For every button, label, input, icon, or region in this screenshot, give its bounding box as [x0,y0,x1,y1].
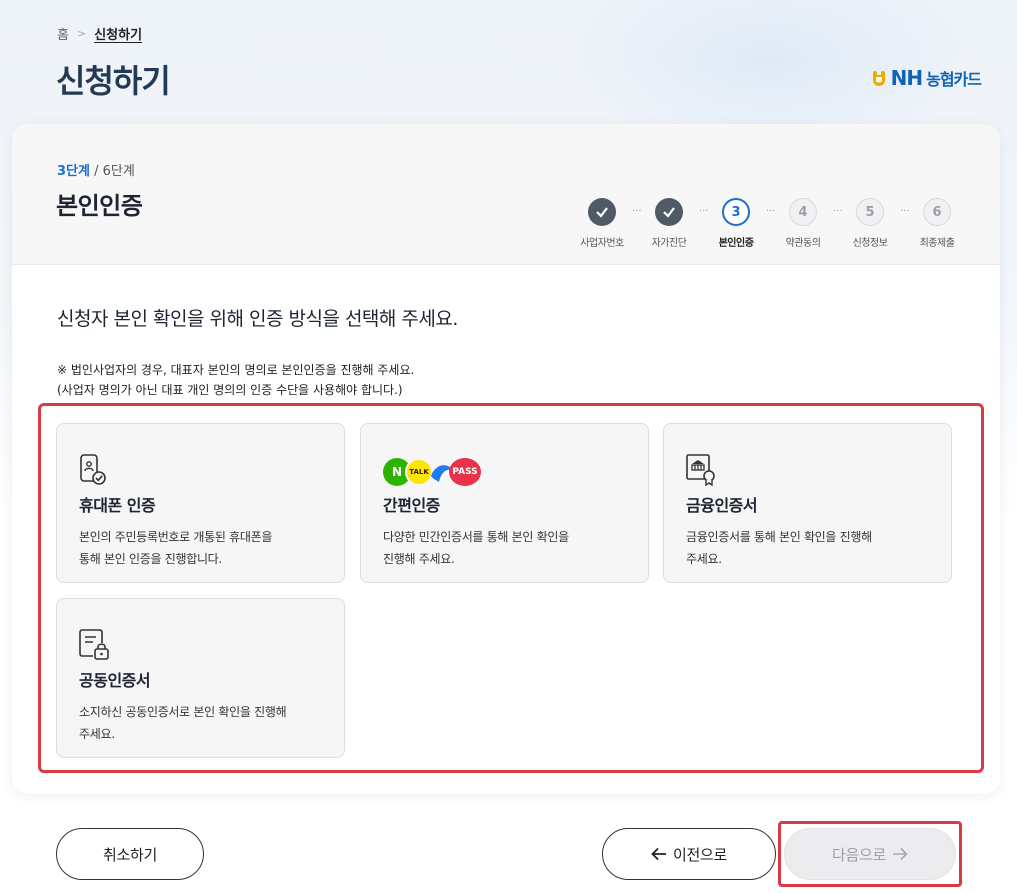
pass-logo-icon: PASS [449,458,481,486]
breadcrumb: 홈 > 신청하기 [57,24,142,43]
stepper-step-4: 4 약관동의 [773,198,833,249]
stepper-number: 3 [722,198,750,226]
joint-cert-card[interactable]: 공동인증서 소지하신 공동인증서로 본인 확인을 진행해 주세요. [56,598,345,758]
phone-check-icon [80,454,106,485]
easy-auth-logos: N TALK PASS [383,458,481,486]
phone-auth-card[interactable]: 휴대폰 인증 본인의 주민등록번호로 개통된 휴대폰을 통해 본인 인증을 진행… [56,423,345,583]
card-desc-line: 진행해 주세요. [383,552,455,566]
stepper-label: 최종제출 [919,238,955,249]
stepper-step-2: 자가진단 [639,198,699,249]
arrow-right-icon [893,847,908,861]
cancel-button[interactable]: 취소하기 [56,828,204,880]
stepper-number: 6 [923,198,951,226]
easy-auth-card[interactable]: N TALK PASS 간편인증 다양한 민간인증서를 통해 본인 확인을 진행… [360,423,649,583]
card-desc-line: 본인의 주민등록번호로 개통된 휴대폰을 [79,530,273,544]
prev-button-label: 이전으로 [672,846,727,864]
breadcrumb-current[interactable]: 신청하기 [94,24,142,43]
notice-line-1: ※ 법인사업자의 경우, 대표자 본인의 명의로 본인인증을 진행해 주세요. [57,363,415,377]
cancel-button-label: 취소하기 [102,846,157,864]
card-title: 간편인증 [383,496,440,515]
step-current: 3단계 [57,164,90,179]
instruction-text: 신청자 본인 확인을 위해 인증 방식을 선택해 주세요. [57,308,458,330]
notice-text: ※ 법인사업자의 경우, 대표자 본인의 명의로 본인인증을 진행해 주세요. … [57,360,414,400]
check-icon [588,198,616,226]
card-title: 휴대폰 인증 [79,496,156,515]
stepper-step-3: 3 본인인증 [706,198,766,249]
step-title: 본인인증 [56,192,143,220]
nh-card-logo[interactable]: NH 농협카드 [871,66,982,90]
stepper: 사업자번호 ··· 자가진단 ··· 3 본인인증 ··· 4 약관동의 ···… [572,198,967,249]
card-description: 다양한 민간인증서를 통해 본인 확인을 진행해 주세요. [383,526,626,570]
notice-line-2: (사업자 명의가 아닌 대표 개인 명의의 인증 수단을 사용해야 합니다.) [57,383,403,397]
stepper-dots: ··· [833,206,843,217]
chevron-right-icon: > [76,27,87,40]
stepper-label: 신청정보 [852,238,888,249]
card-desc-line: 금융인증서를 통해 본인 확인을 진행해 [686,530,872,544]
stepper-label: 본인인증 [718,238,754,249]
card-desc-line: 주세요. [686,552,722,566]
panel-header: 3단계 / 6단계 본인인증 사업자번호 ··· 자가진단 ··· 3 본인인증 [12,124,1000,265]
card-description: 소지하신 공동인증서로 본인 확인을 진행해 주세요. [79,701,322,745]
step-indicator: 3단계 / 6단계 [57,160,135,179]
card-title: 공동인증서 [79,671,151,690]
arrow-left-icon [651,847,666,861]
page-title: 신청하기 [56,62,171,100]
breadcrumb-home[interactable]: 홈 [57,24,69,43]
card-title: 금융인증서 [686,496,758,515]
logo-kr-text: 농협카드 [926,70,982,89]
card-desc-line: 주세요. [79,727,115,741]
stepper-step-5: 5 신청정보 [840,198,900,249]
prev-button[interactable]: 이전으로 [602,828,776,880]
step-sep: / [89,164,103,179]
stepper-label: 약관동의 [785,238,821,249]
check-icon [655,198,683,226]
logo-nh-text: NH [890,66,924,90]
card-desc-line: 소지하신 공동인증서로 본인 확인을 진행해 [79,705,287,719]
stepper-dots: ··· [699,206,709,217]
stepper-label: 사업자번호 [580,238,624,249]
stepper-number: 5 [856,198,884,226]
stepper-dots: ··· [632,206,642,217]
next-button[interactable]: 다음으로 [784,828,956,880]
financial-cert-card[interactable]: 금융인증서 금융인증서를 통해 본인 확인을 진행해 주세요. [663,423,952,583]
document-lock-icon [79,629,109,660]
card-desc-line: 통해 본인 인증을 진행합니다. [79,552,222,566]
stepper-label: 자가진단 [651,238,687,249]
step-total: 6단계 [102,164,135,179]
card-desc-line: 다양한 민간인증서를 통해 본인 확인을 [383,530,569,544]
bank-certificate-icon [686,454,715,486]
stepper-dots: ··· [766,206,776,217]
nh-logo-icon [872,70,885,86]
card-description: 본인의 주민등록번호로 개통된 휴대폰을 통해 본인 인증을 진행합니다. [79,526,322,570]
next-button-label: 다음으로 [831,846,886,864]
stepper-number: 4 [789,198,817,226]
stepper-dots: ··· [900,206,910,217]
stepper-step-6: 6 최종제출 [907,198,967,249]
card-description: 금융인증서를 통해 본인 확인을 진행해 주세요. [686,526,929,570]
stepper-step-1: 사업자번호 [572,198,632,249]
